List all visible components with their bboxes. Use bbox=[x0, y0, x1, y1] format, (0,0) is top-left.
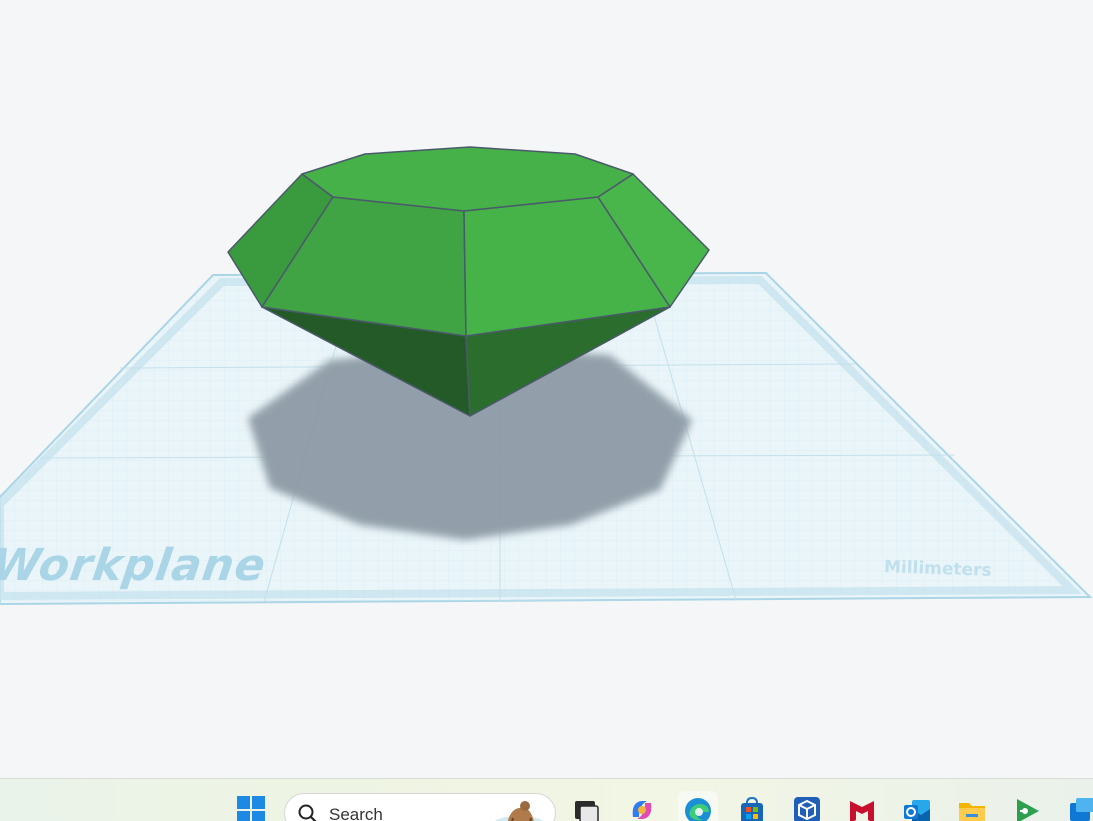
search-highlight-image bbox=[494, 801, 544, 821]
taskbar-search[interactable]: Search bbox=[284, 793, 556, 821]
microsoft-store-icon[interactable] bbox=[737, 795, 767, 821]
copilot-icon[interactable] bbox=[627, 795, 657, 821]
windows-start-icon[interactable] bbox=[236, 795, 266, 821]
app-cube-icon[interactable] bbox=[792, 795, 822, 821]
window-app-icon[interactable] bbox=[1066, 795, 1093, 821]
units-label[interactable]: Millimeters bbox=[884, 557, 992, 581]
edge-browser-icon[interactable] bbox=[678, 791, 718, 821]
scene-canvas[interactable] bbox=[0, 0, 1093, 778]
mcafee-icon[interactable] bbox=[847, 795, 877, 821]
search-placeholder: Search bbox=[329, 805, 383, 821]
3d-viewport[interactable]: Workplane Millimeters bbox=[0, 0, 1093, 778]
taskbar: Search bbox=[0, 778, 1093, 821]
workplane-label: Workplane bbox=[0, 540, 270, 591]
file-explorer-icon[interactable] bbox=[957, 795, 987, 821]
game-app-icon[interactable] bbox=[1012, 795, 1042, 821]
outlook-icon[interactable] bbox=[902, 795, 932, 821]
task-view-icon[interactable] bbox=[572, 795, 602, 821]
search-icon bbox=[298, 804, 317, 821]
